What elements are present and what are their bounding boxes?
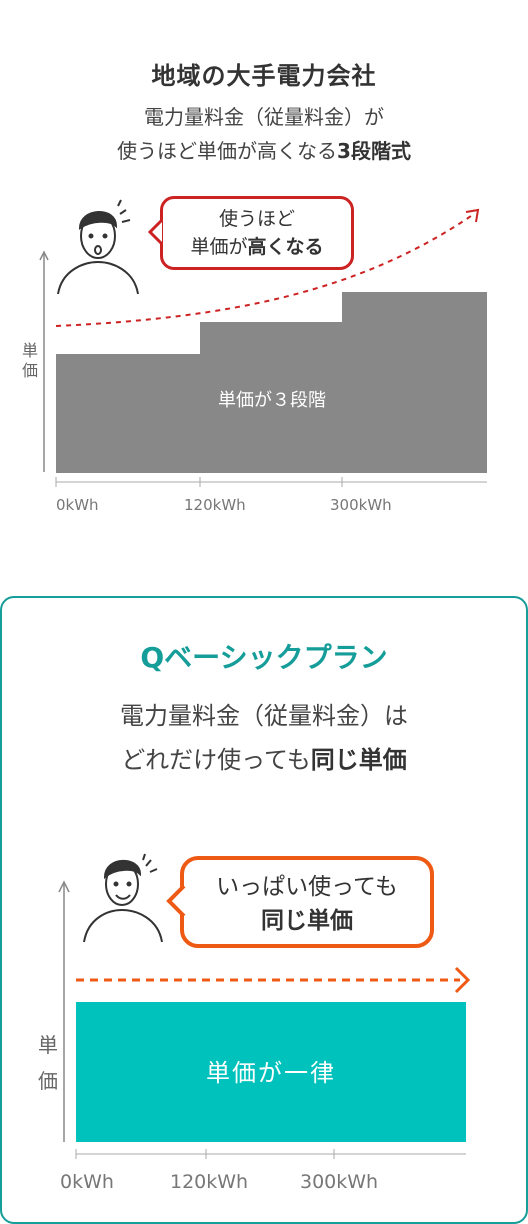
card1-tick-label-0: 0kWh	[56, 496, 99, 514]
card1-ylabel-1: 単	[22, 341, 38, 360]
card1-chart: 単 価 単価が３段階 0kWh 120kWh 300kWh	[22, 199, 487, 514]
card2-ylabel-1: 単	[38, 1033, 58, 1057]
card1-bubble-line2: 単価が高くなる	[163, 233, 351, 261]
card2-bubble-line1: いっぱい使っても	[216, 874, 398, 900]
card1-person-icon	[57, 199, 139, 295]
q-basic-plan-card: Qベーシックプラン 電力量料金（従量料金）は どれだけ使っても同じ単価 単 価 …	[0, 596, 528, 1224]
card1-bubble-line2-text: 単価が	[190, 236, 248, 258]
card1-bubble-line1: 使うほど	[218, 208, 295, 230]
card1-trend-arrowhead	[465, 208, 480, 223]
card1-bar-label: 単価が３段階	[218, 390, 326, 411]
card1-bubble-line2-bold: 高くなる	[247, 236, 324, 258]
card1-ylabel-2: 価	[22, 361, 38, 380]
card2-tick-label-0: 0kWh	[60, 1171, 114, 1193]
card2-bar-label: 単価が一律	[206, 1059, 336, 1087]
card2-bubble-line2-bold: 同じ単価	[261, 908, 353, 934]
card2-tick-label-1: 120kWh	[170, 1171, 248, 1193]
card2-person-icon	[83, 853, 163, 943]
card1-tick-label-2: 300kWh	[330, 496, 392, 514]
card2-speech-bubble: いっぱい使っても 同じ単価	[180, 856, 434, 948]
card2-bubble-line2: 同じ単価	[184, 904, 430, 938]
card2-bubble-tail	[166, 884, 186, 918]
card1-bar-tier1	[56, 354, 202, 473]
card2-tick-label-2: 300kWh	[300, 1171, 378, 1193]
card1-speech-bubble: 使うほど 単価が高くなる	[160, 196, 354, 270]
standard-plan-card: 地域の大手電力会社 電力量料金（従量料金）が 使うほど単価が高くなる3段階式 単…	[0, 0, 528, 560]
card1-bar-tier3	[342, 292, 487, 473]
card2-ylabel-2: 価	[38, 1069, 58, 1093]
card1-bubble-tail	[147, 218, 164, 246]
card1-tick-label-1: 120kWh	[184, 496, 246, 514]
